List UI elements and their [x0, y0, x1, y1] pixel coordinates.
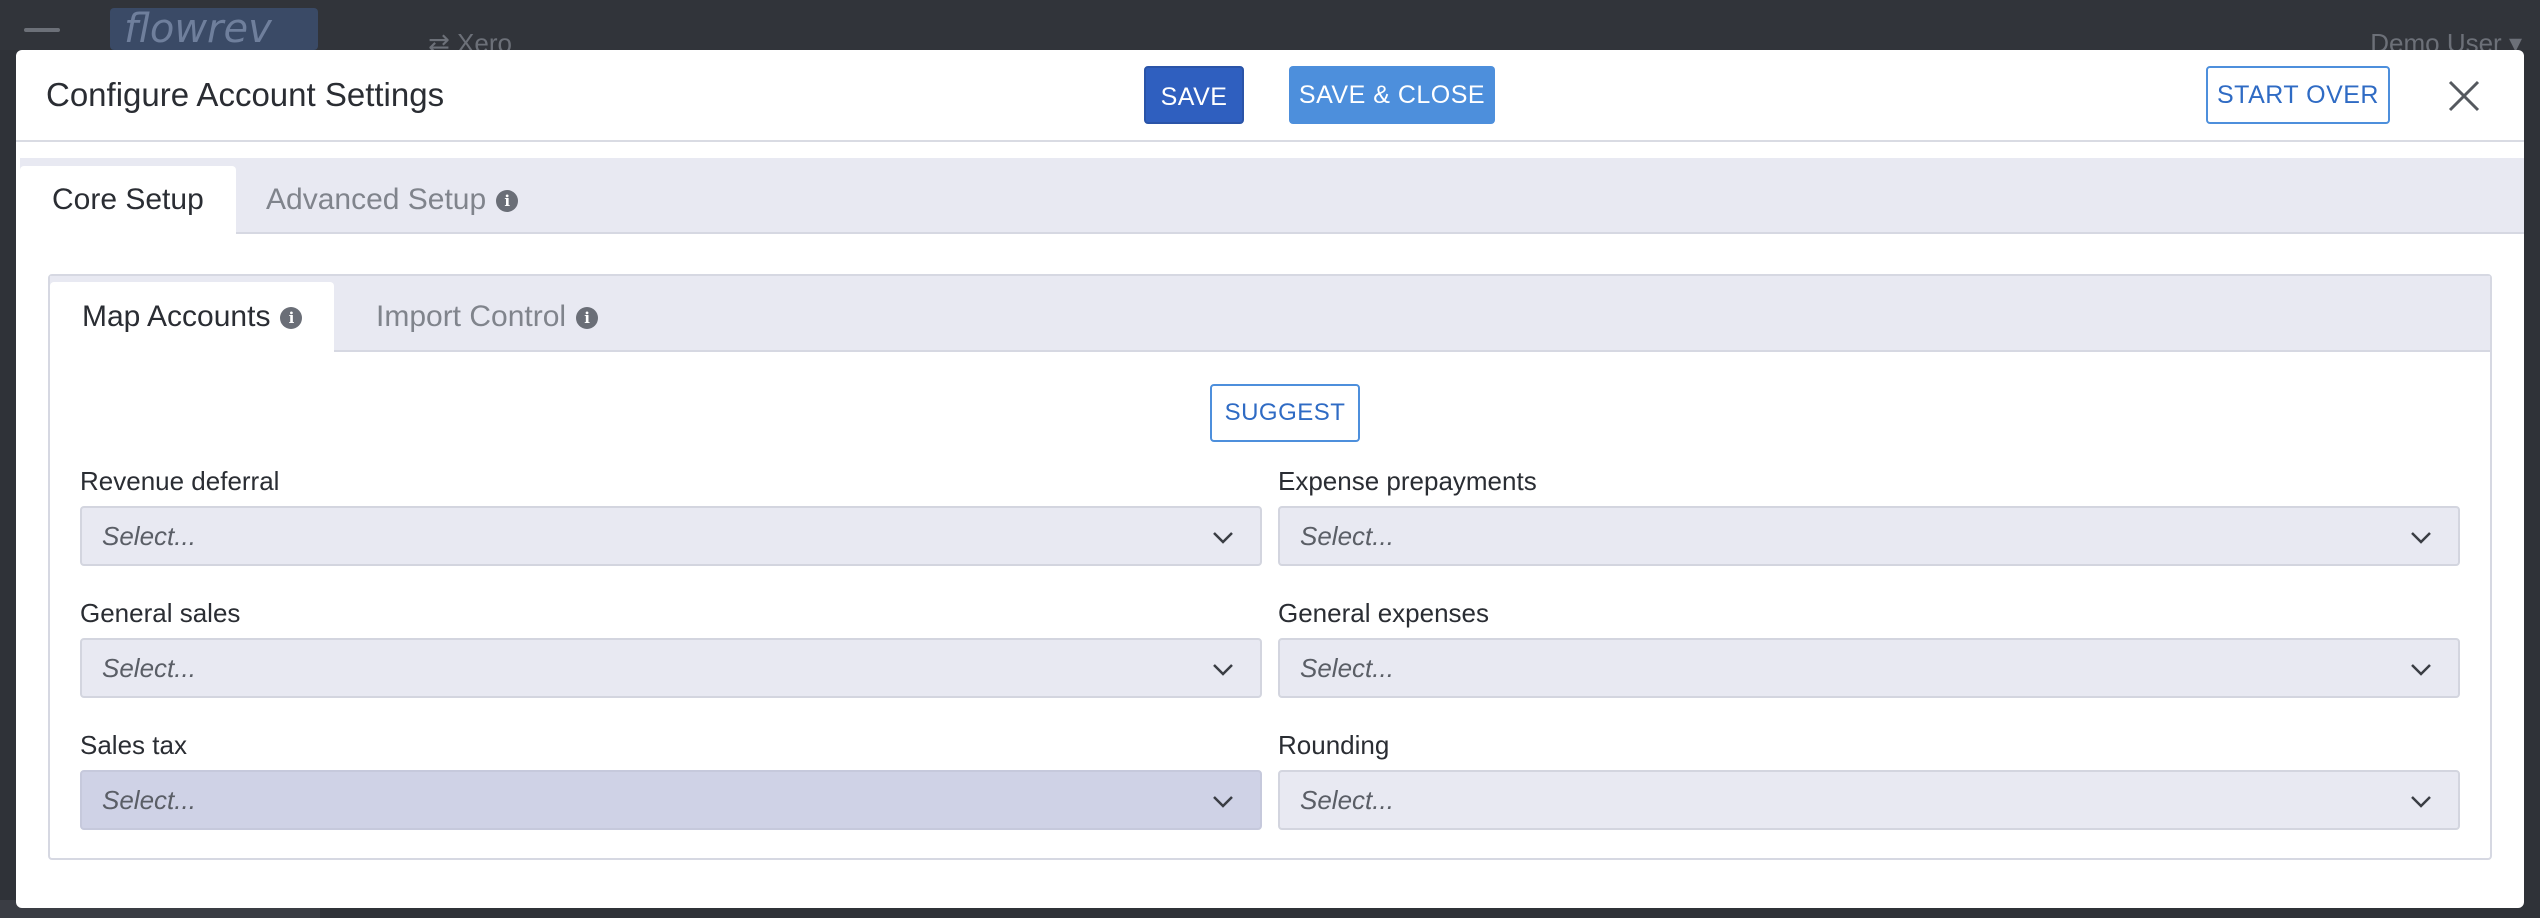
tab-import-control[interactable]: Import Control i — [344, 282, 630, 354]
tab-import-control-label: Import Control — [376, 300, 567, 333]
chevron-down-icon — [2411, 664, 2431, 676]
background-app-bar: flowrev ⇄ Xero Demo User ▾ — [0, 0, 2540, 58]
chevron-down-icon — [1213, 532, 1233, 544]
tab-advanced-setup-label: Advanced Setup — [266, 183, 487, 216]
configure-account-settings-modal: Configure Account Settings SAVE SAVE & C… — [16, 50, 2524, 908]
select-placeholder: Select... — [1300, 653, 1394, 683]
info-icon[interactable]: i — [496, 190, 519, 213]
tab-core-setup-label: Core Setup — [52, 183, 204, 216]
suggest-button[interactable]: SUGGEST — [1210, 384, 1360, 442]
general-sales-select[interactable]: Select... — [80, 638, 1262, 698]
select-placeholder: Select... — [102, 785, 196, 815]
outer-tab-bar: Core Setup Advanced Setup i — [20, 158, 2524, 236]
save-and-close-button[interactable]: SAVE & CLOSE — [1289, 66, 1495, 124]
sales-tax-select[interactable]: Select... — [80, 770, 1262, 830]
expense-prepayments-select[interactable]: Select... — [1278, 506, 2460, 566]
select-placeholder: Select... — [102, 653, 196, 683]
chevron-down-icon — [2411, 796, 2431, 808]
general-expenses-select[interactable]: Select... — [1278, 638, 2460, 698]
modal-header: Configure Account Settings SAVE SAVE & C… — [16, 50, 2524, 142]
sales-tax-label: Sales tax — [80, 730, 187, 760]
hamburger-menu-icon — [24, 28, 60, 50]
general-sales-label: General sales — [80, 598, 241, 628]
app-logo: flowrev — [110, 8, 318, 50]
rounding-select[interactable]: Select... — [1278, 770, 2460, 830]
core-setup-panel: Map Accounts i Import Control i SUGGEST Re… — [48, 274, 2492, 860]
select-placeholder: Select... — [102, 521, 196, 551]
info-icon[interactable]: i — [576, 307, 599, 330]
close-icon[interactable] — [2442, 74, 2486, 118]
inner-tab-bar: Map Accounts i Import Control i — [50, 276, 2490, 354]
select-placeholder: Select... — [1300, 785, 1394, 815]
chevron-down-icon — [1213, 796, 1233, 808]
modal-title: Configure Account Settings — [46, 76, 445, 113]
chevron-down-icon — [1213, 664, 1233, 676]
expense-prepayments-label: Expense prepayments — [1278, 466, 1537, 496]
tab-core-setup[interactable]: Core Setup — [20, 166, 236, 236]
revenue-deferral-label: Revenue deferral — [80, 466, 280, 496]
tab-map-accounts[interactable]: Map Accounts i — [50, 282, 335, 354]
info-icon[interactable]: i — [280, 307, 303, 330]
save-button[interactable]: SAVE — [1144, 66, 1244, 124]
rounding-label: Rounding — [1278, 730, 1390, 760]
start-over-button[interactable]: START OVER — [2206, 66, 2390, 124]
chevron-down-icon — [2411, 532, 2431, 544]
tab-map-accounts-label: Map Accounts — [82, 300, 271, 333]
tab-advanced-setup[interactable]: Advanced Setup i — [234, 166, 550, 236]
general-expenses-label: General expenses — [1278, 598, 1490, 628]
revenue-deferral-select[interactable]: Select... — [80, 506, 1262, 566]
select-placeholder: Select... — [1300, 521, 1394, 551]
